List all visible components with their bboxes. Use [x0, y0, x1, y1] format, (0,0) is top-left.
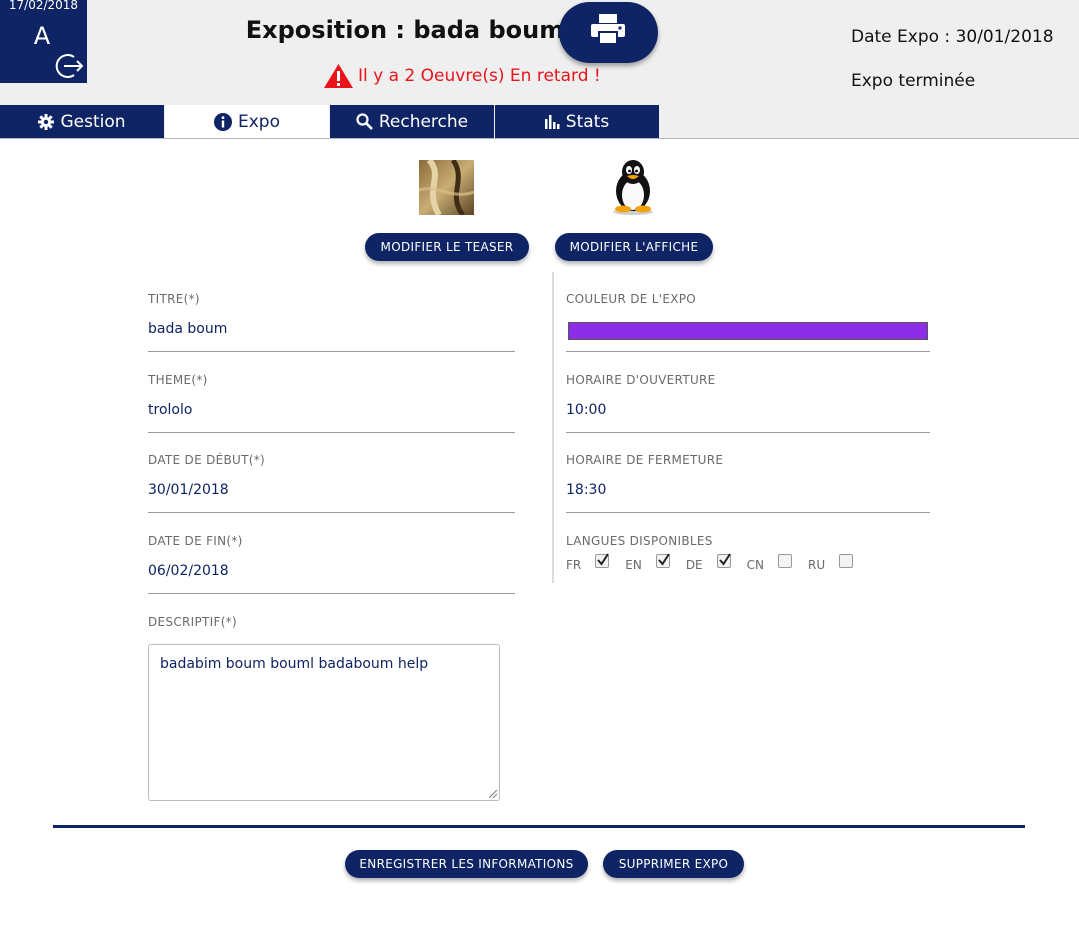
lang-fr: FR	[566, 553, 610, 572]
lang-de: DE	[685, 553, 731, 572]
teaser-image	[418, 157, 475, 217]
descriptif-textarea[interactable]: badabim boum bouml badaboum help	[148, 644, 500, 801]
theme-field[interactable]: THEME(*) trololo	[148, 353, 515, 433]
lang-code: FR	[566, 558, 582, 572]
lang-en: EN	[625, 553, 670, 572]
tab-label: Recherche	[378, 111, 469, 132]
tab-expo[interactable]: Expo	[165, 105, 330, 138]
field-label: DATE DE FIN(*)	[148, 534, 243, 548]
fermeture-input[interactable]: 18:30	[566, 482, 606, 498]
expo-color-picker[interactable]	[568, 322, 928, 340]
fermeture-field[interactable]: HORAIRE DE FERMETURE 18:30	[566, 433, 930, 513]
theme-input[interactable]: trololo	[148, 402, 192, 418]
main-tabs: Gestion Expo Recherche Stats	[0, 105, 660, 138]
column-divider	[552, 272, 554, 583]
tab-label: Gestion	[60, 111, 126, 132]
field-label: HORAIRE D'OUVERTURE	[566, 373, 716, 387]
lang-ru-checkbox[interactable]	[839, 554, 854, 568]
language-checkboxes: FR EN DE CN RU	[566, 553, 869, 572]
field-label: THEME(*)	[148, 373, 208, 387]
tab-label: Stats	[565, 111, 610, 132]
expo-status: Expo terminée	[851, 71, 976, 91]
lang-de-checkbox[interactable]	[716, 553, 731, 568]
descriptif-label: DESCRIPTIF(*)	[148, 615, 237, 629]
expo-date: Date Expo : 30/01/2018	[851, 27, 1054, 47]
tab-gestion[interactable]: Gestion	[0, 105, 165, 138]
field-label: DATE DE DÉBUT(*)	[148, 453, 266, 467]
date-fin-field[interactable]: DATE DE FIN(*) 06/02/2018	[148, 514, 515, 594]
user-panel: 17/02/2018 A	[0, 0, 87, 83]
langues-label: LANGUES DISPONIBLES	[566, 534, 713, 548]
print-button[interactable]	[559, 2, 658, 63]
lang-en-checkbox[interactable]	[655, 553, 670, 568]
penguin-icon	[613, 160, 653, 215]
header: 17/02/2018 A Exposition : bada boum Il y…	[0, 0, 1079, 139]
couleur-field: COULEUR DE L'EXPO	[566, 272, 930, 352]
late-works-warning: Il y a 2 Oeuvre(s) En retard !	[323, 62, 601, 90]
date-debut-field[interactable]: DATE DE DÉBUT(*) 30/01/2018	[148, 433, 515, 513]
descriptif-text: badabim boum bouml badaboum help	[160, 656, 429, 672]
ouverture-input[interactable]: 10:00	[566, 402, 606, 418]
warning-icon	[324, 64, 353, 88]
lang-code: DE	[685, 558, 703, 572]
info-icon	[214, 112, 232, 131]
warning-text: Il y a 2 Oeuvre(s) En retard !	[358, 66, 601, 86]
lang-cn-checkbox[interactable]	[778, 554, 792, 568]
tab-stats[interactable]: Stats	[495, 105, 660, 138]
field-label: TITRE(*)	[148, 292, 200, 306]
checkmark-icon	[658, 553, 670, 566]
field-label: COULEUR DE L'EXPO	[566, 292, 697, 306]
lang-cn: CN	[746, 554, 792, 572]
lang-code: EN	[625, 558, 642, 572]
lang-code: CN	[746, 558, 764, 572]
date-debut-input[interactable]: 30/01/2018	[148, 482, 229, 498]
titre-input[interactable]: bada boum	[148, 321, 227, 337]
titre-field[interactable]: TITRE(*) bada boum	[148, 272, 515, 352]
page-title: Exposition : bada boum	[245, 16, 565, 44]
checkmark-icon	[597, 553, 610, 566]
edit-poster-button[interactable]: MODIFIER L'AFFICHE	[555, 233, 713, 261]
footer-divider	[53, 825, 1025, 828]
stats-icon	[544, 114, 560, 129]
search-icon	[356, 113, 373, 130]
printer-icon	[591, 14, 625, 45]
lang-fr-checkbox[interactable]	[595, 553, 610, 568]
current-date: 17/02/2018	[8, 0, 79, 12]
field-label: HORAIRE DE FERMETURE	[566, 453, 724, 467]
tab-recherche[interactable]: Recherche	[330, 105, 495, 138]
tab-label: Expo	[238, 111, 280, 132]
logout-icon[interactable]	[54, 52, 84, 80]
user-initial: A	[33, 22, 51, 50]
ouverture-field[interactable]: HORAIRE D'OUVERTURE 10:00	[566, 353, 930, 433]
lang-ru: RU	[808, 554, 854, 572]
date-fin-input[interactable]: 06/02/2018	[148, 563, 229, 579]
edit-teaser-button[interactable]: MODIFIER LE TEASER	[365, 233, 529, 261]
lang-code: RU	[808, 558, 826, 572]
checkmark-icon	[718, 553, 731, 566]
poster-image	[606, 158, 661, 215]
delete-expo-button[interactable]: SUPPRIMER EXPO	[603, 850, 744, 878]
save-button[interactable]: ENREGISTRER LES INFORMATIONS	[345, 850, 588, 878]
gear-icon	[38, 113, 55, 130]
resize-handle-icon[interactable]	[489, 790, 497, 798]
